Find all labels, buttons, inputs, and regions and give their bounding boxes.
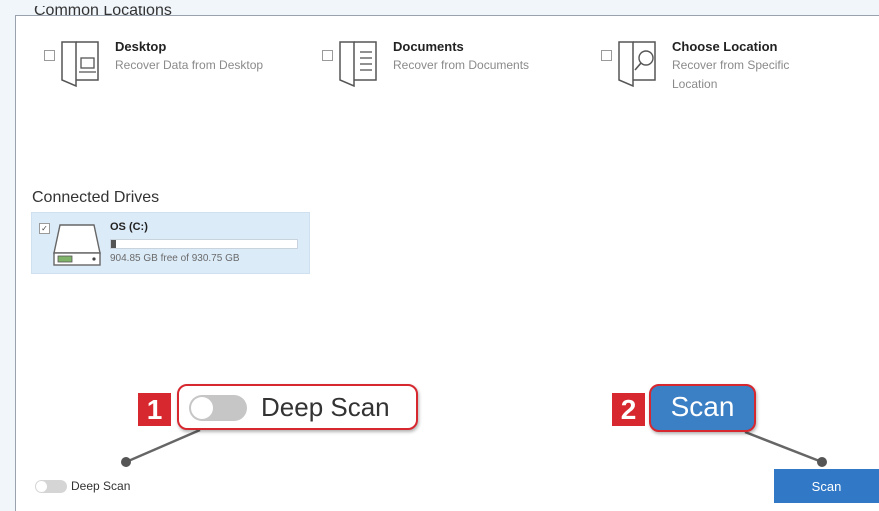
scan-button[interactable]: Scan [774,469,879,503]
callout-1-label: Deep Scan [261,392,390,422]
callout-1-deep-scan: Deep Scan [177,384,418,430]
callout-2-anchor-dot [817,457,827,467]
deep-scan-toggle[interactable] [35,480,67,493]
callout-1-number: 1 [138,393,171,426]
callout-1-anchor-dot [121,457,131,467]
callout-connectors [121,428,827,467]
callout-2-scan: Scan [649,384,756,432]
deep-scan-toggle-zoomed [189,395,247,421]
deep-scan-label: Deep Scan [71,479,131,493]
callout-2-number: 2 [612,393,645,426]
